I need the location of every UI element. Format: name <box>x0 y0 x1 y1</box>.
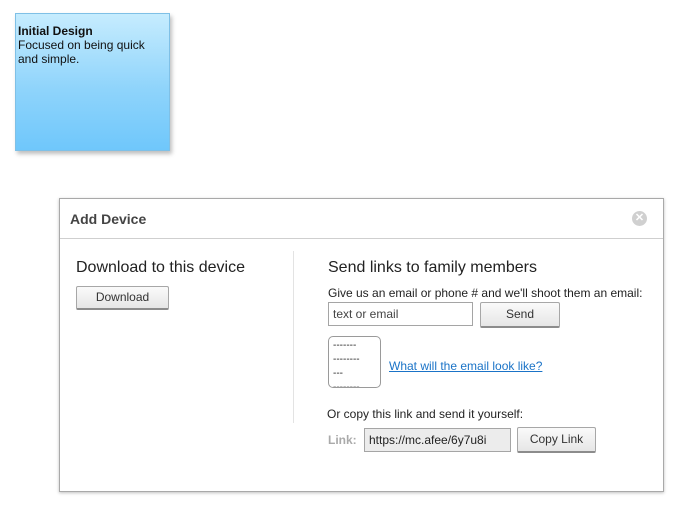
add-device-dialog: Add Device ✕ Download to this device Dow… <box>59 198 664 492</box>
preview-line: ------- <box>333 340 357 351</box>
email-or-phone-input[interactable] <box>328 302 473 326</box>
email-preview-thumbnail: ------- -------- --- -------- <box>328 336 381 388</box>
close-icon[interactable]: ✕ <box>632 211 647 226</box>
download-button[interactable]: Download <box>76 286 169 310</box>
preview-line: -------- <box>333 354 360 365</box>
email-preview-link[interactable]: What will the email look like? <box>389 359 542 373</box>
copy-link-instructions: Or copy this link and send it yourself: <box>327 407 524 421</box>
preview-line: -------- <box>333 382 360 388</box>
send-button[interactable]: Send <box>480 302 560 328</box>
send-links-heading: Send links to family members <box>328 259 537 276</box>
link-label: Link: <box>328 433 357 447</box>
sticky-note-body: Focused on being quick and simple. <box>18 38 145 66</box>
column-divider <box>293 251 294 423</box>
sticky-note: Initial Design Focused on being quick an… <box>15 13 170 151</box>
dialog-header: Add Device ✕ <box>60 199 663 239</box>
sticky-note-title: Initial Design <box>18 24 93 38</box>
copy-link-button[interactable]: Copy Link <box>517 427 596 453</box>
send-instructions: Give us an email or phone # and we'll sh… <box>328 286 643 300</box>
preview-line: --- <box>333 368 343 379</box>
dialog-title: Add Device <box>70 211 147 227</box>
download-heading: Download to this device <box>76 259 245 276</box>
share-link-field[interactable] <box>364 428 511 452</box>
